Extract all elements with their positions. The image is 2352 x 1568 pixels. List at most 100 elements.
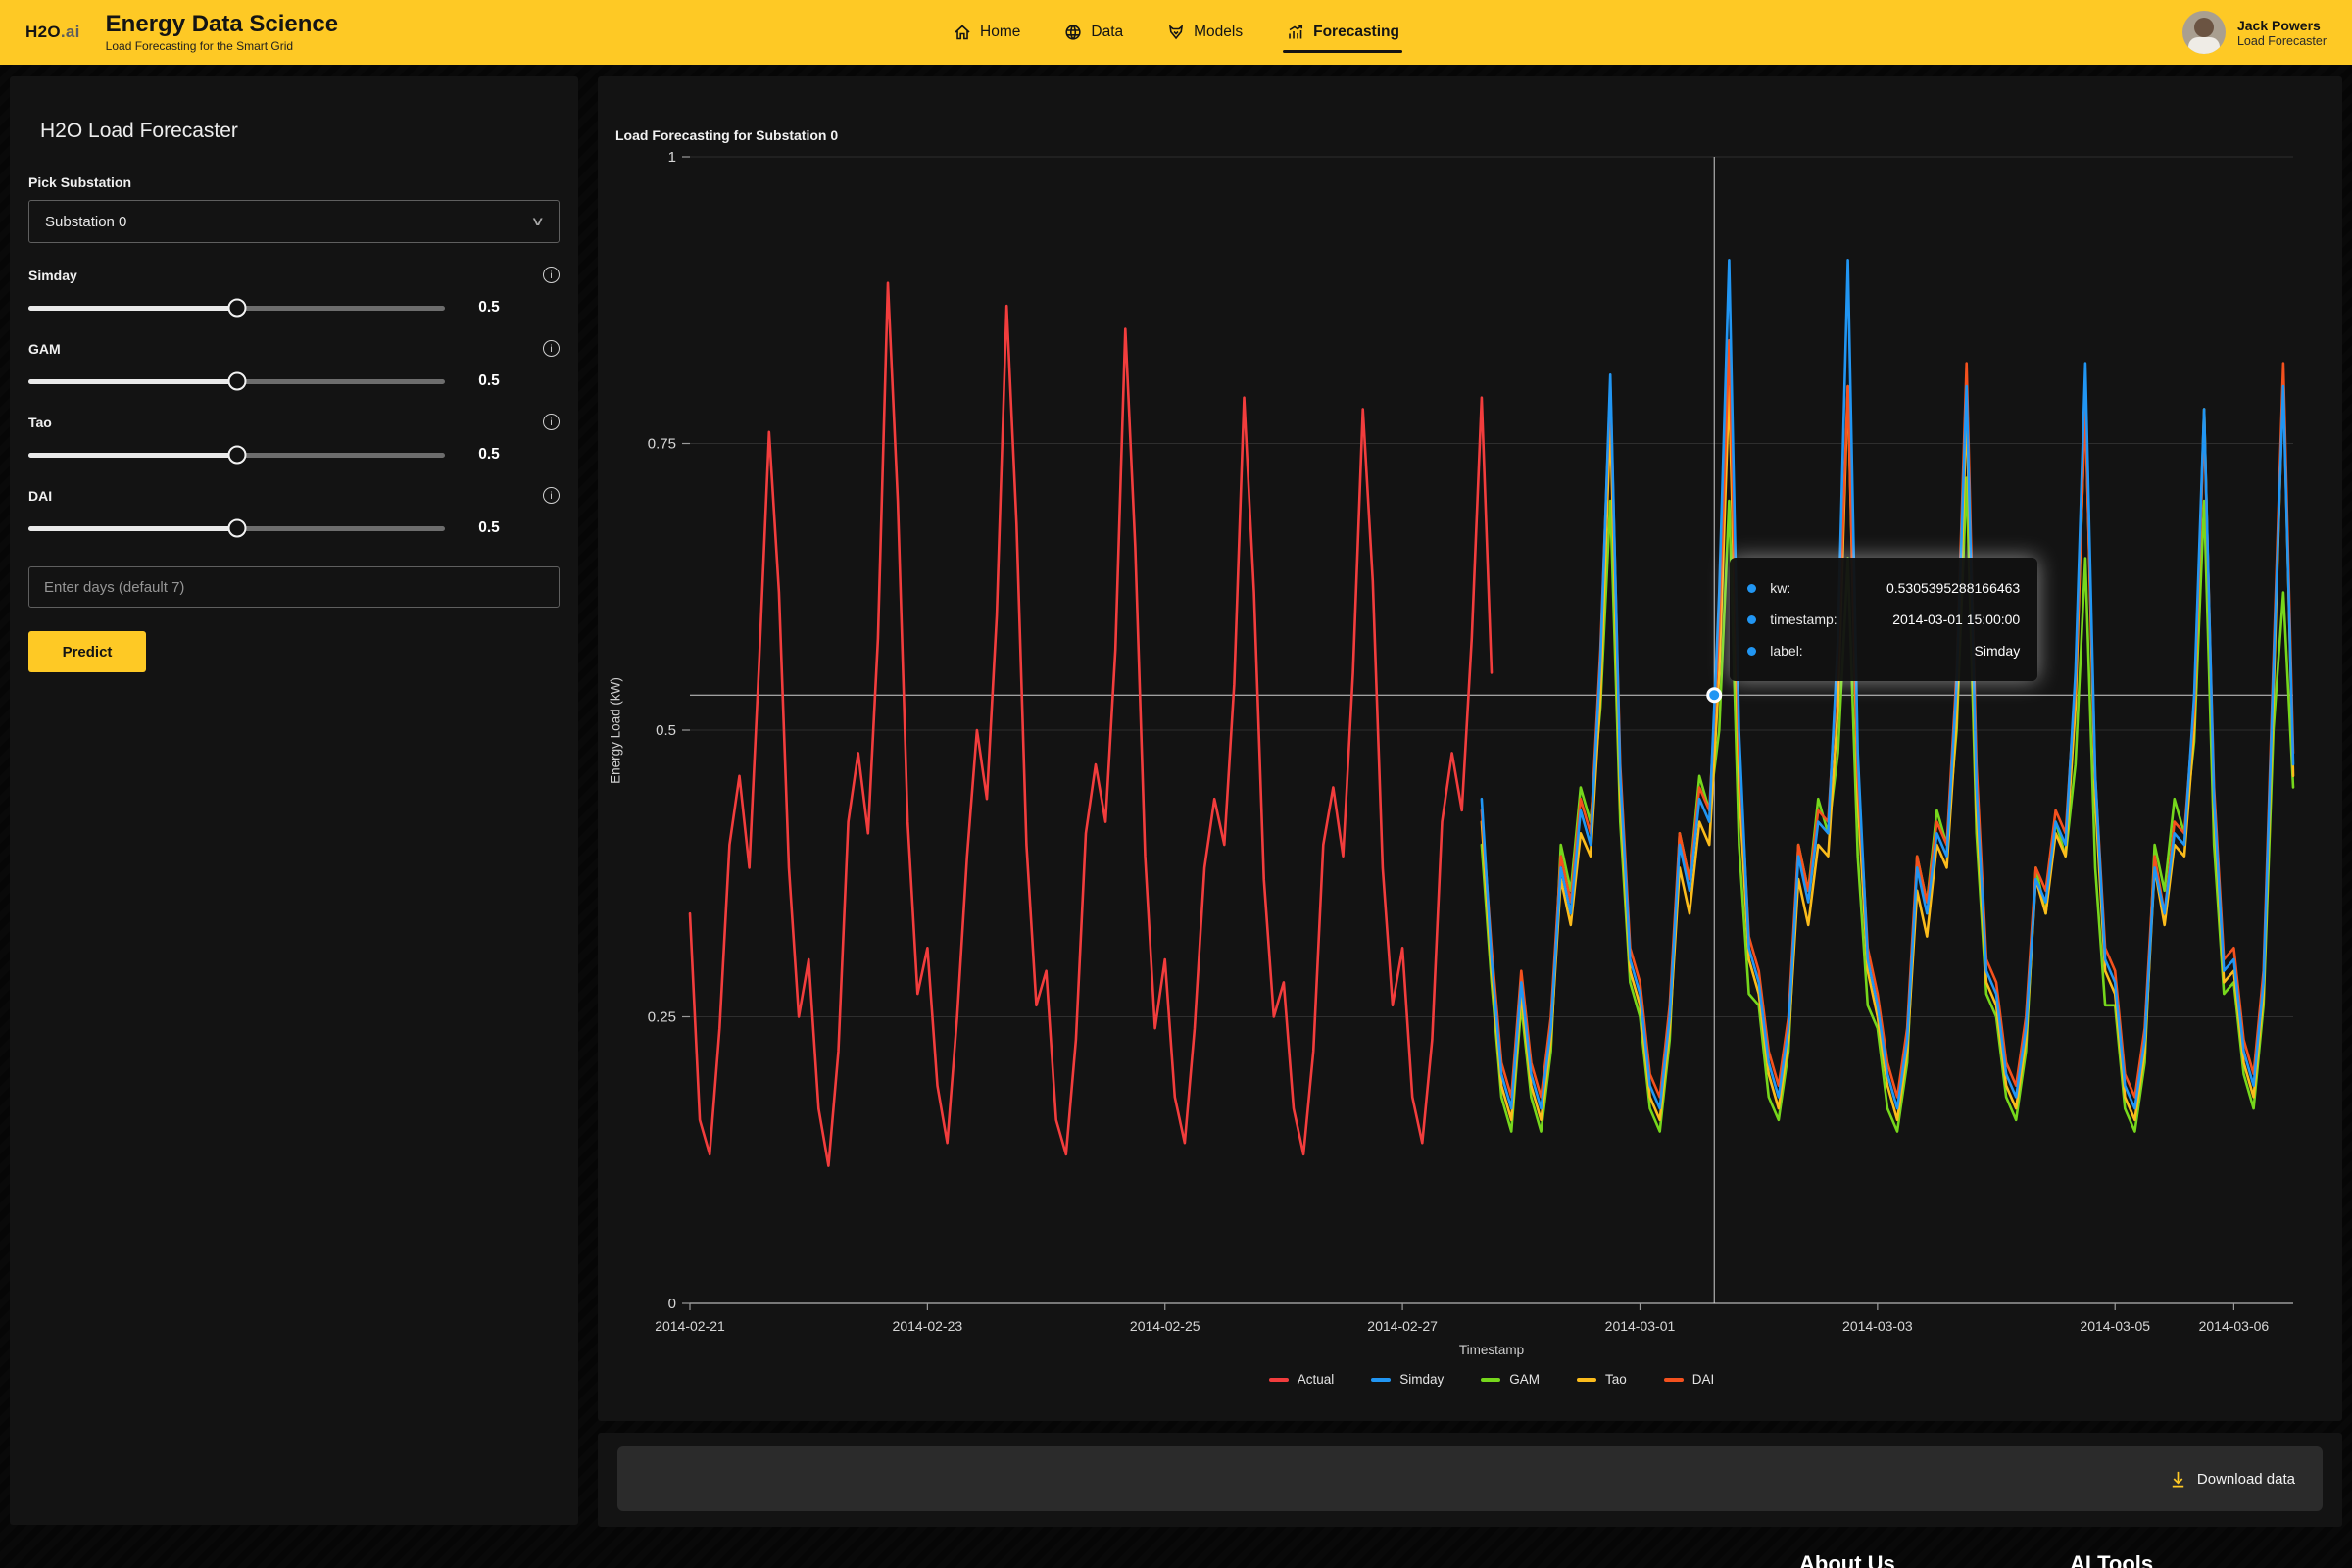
nav-item-forecasting[interactable]: Forecasting: [1286, 0, 1399, 65]
tooltip-bullet-icon: [1747, 647, 1756, 656]
slider-group-gam: GAM i 0.5: [28, 340, 560, 390]
legend-swatch: [1269, 1378, 1289, 1382]
slider-thumb[interactable]: [227, 446, 246, 465]
download-data-button[interactable]: Download data: [617, 1446, 2323, 1511]
series-line-simday: [1482, 260, 2293, 1108]
legend-item-dai[interactable]: DAI: [1664, 1372, 1715, 1387]
substation-select[interactable]: Substation 0 ∨: [28, 200, 560, 243]
slider-value: 0.5: [445, 372, 533, 390]
slider-label: Simday: [28, 268, 77, 283]
main-nav: Home Data Models Forecasting: [953, 0, 1399, 65]
nav-item-models[interactable]: Models: [1166, 0, 1243, 65]
x-tick-label: 2014-02-23: [893, 1318, 963, 1334]
pick-substation-label: Pick Substation: [28, 174, 560, 190]
info-icon[interactable]: i: [543, 487, 560, 504]
series-line-actual: [690, 283, 1492, 1166]
brand: H2O.ai Energy Data Science Load Forecast…: [25, 12, 338, 53]
legend-item-actual[interactable]: Actual: [1269, 1372, 1335, 1387]
hover-tooltip: kw:0.5305395288166463 timestamp:2014-03-0…: [1730, 558, 2037, 681]
tooltip-row: label:Simday: [1747, 635, 2020, 666]
y-tick-label: 0: [668, 1296, 676, 1312]
info-icon[interactable]: i: [543, 340, 560, 357]
tooltip-value: Simday: [1870, 643, 2020, 659]
slider-label: GAM: [28, 341, 61, 357]
series-line-dai: [1482, 340, 2293, 1097]
tooltip-row: kw:0.5305395288166463: [1747, 572, 2020, 604]
user-role: Load Forecaster: [2237, 34, 2327, 48]
predict-button[interactable]: Predict: [28, 631, 146, 672]
user-menu[interactable]: Jack Powers Load Forecaster: [2182, 11, 2327, 54]
chevron-down-icon: ∨: [531, 214, 546, 229]
legend-label: Actual: [1298, 1372, 1335, 1387]
legend-item-tao[interactable]: Tao: [1577, 1372, 1627, 1387]
slider-thumb[interactable]: [227, 299, 246, 318]
forecaster-sidebar: H2O Load Forecaster Pick Substation Subs…: [10, 76, 578, 1525]
x-tick-label: 2014-03-06: [2199, 1318, 2270, 1334]
slider-track-dai[interactable]: [28, 526, 445, 531]
slider-fill: [28, 306, 237, 311]
chart-card: Load Forecasting for Substation 0 00.250…: [598, 76, 2342, 1421]
download-label: Download data: [2197, 1471, 2295, 1488]
x-axis-title: Timestamp: [690, 1343, 2293, 1357]
series-line-tao: [1482, 374, 2293, 1120]
y-axis-title: Energy Load (kW): [609, 437, 623, 1025]
download-icon: [2169, 1470, 2187, 1489]
y-tick-label: 0.5: [656, 722, 676, 739]
legend-item-gam[interactable]: GAM: [1481, 1372, 1540, 1387]
slider-thumb[interactable]: [227, 519, 246, 538]
logo-main: H2O: [25, 23, 61, 41]
nav-item-data[interactable]: Data: [1063, 0, 1123, 65]
chart-legend: Actual Simday GAM Tao DAI: [690, 1372, 2293, 1387]
slider-fill: [28, 526, 237, 531]
slider-value: 0.5: [445, 299, 533, 317]
legend-label: Tao: [1605, 1372, 1627, 1387]
tooltip-label: timestamp:: [1770, 612, 1870, 627]
footer-ai-tools[interactable]: AI Tools: [2070, 1551, 2153, 1568]
x-tick-label: 2014-02-21: [655, 1318, 725, 1334]
x-tick-label: 2014-03-01: [1605, 1318, 1676, 1334]
nav-label: Models: [1194, 24, 1243, 41]
hover-point: [1708, 689, 1721, 702]
nav-item-home[interactable]: Home: [953, 0, 1020, 65]
substation-select-value: Substation 0: [45, 214, 126, 230]
y-tick-label: 0.25: [648, 1009, 676, 1026]
nav-label: Home: [980, 24, 1020, 41]
legend-swatch: [1371, 1378, 1391, 1382]
legend-item-simday[interactable]: Simday: [1371, 1372, 1444, 1387]
legend-swatch: [1664, 1378, 1684, 1382]
legend-label: GAM: [1509, 1372, 1540, 1387]
slider-group-simday: Simday i 0.5: [28, 267, 560, 317]
info-icon[interactable]: i: [543, 267, 560, 283]
slider-group-tao: Tao i 0.5: [28, 414, 560, 464]
legend-label: DAI: [1692, 1372, 1715, 1387]
slider-track-simday[interactable]: [28, 306, 445, 311]
legend-swatch: [1481, 1378, 1500, 1382]
load-forecast-plot: 00.250.50.7512014-02-212014-02-232014-02…: [598, 76, 2342, 1421]
tooltip-value: 2014-03-01 15:00:00: [1870, 612, 2020, 627]
forecasting-chart-icon: [1286, 23, 1305, 42]
app-subtitle: Load Forecasting for the Smart Grid: [106, 39, 338, 53]
avatar[interactable]: [2182, 11, 2226, 54]
slider-label: Tao: [28, 415, 52, 430]
tooltip-bullet-icon: [1747, 584, 1756, 593]
y-tick-label: 0.75: [648, 436, 676, 453]
slider-track-gam[interactable]: [28, 379, 445, 384]
x-tick-label: 2014-03-03: [1842, 1318, 1913, 1334]
slider-value: 0.5: [445, 446, 533, 464]
footer-about-us[interactable]: About Us: [1799, 1551, 1895, 1568]
logo-suffix: .ai: [61, 23, 80, 41]
x-tick-label: 2014-02-25: [1130, 1318, 1200, 1334]
nav-label: Data: [1091, 24, 1123, 41]
slider-track-tao[interactable]: [28, 453, 445, 458]
days-input[interactable]: [28, 566, 560, 608]
sidebar-title: H2O Load Forecaster: [40, 120, 560, 143]
app-title: Energy Data Science: [106, 12, 338, 37]
slider-fill: [28, 453, 237, 458]
slider-thumb[interactable]: [227, 372, 246, 391]
x-tick-label: 2014-03-05: [2080, 1318, 2150, 1334]
x-tick-label: 2014-02-27: [1367, 1318, 1438, 1334]
info-icon[interactable]: i: [543, 414, 560, 430]
legend-label: Simday: [1399, 1372, 1444, 1387]
data-globe-icon: [1063, 23, 1083, 42]
nav-label: Forecasting: [1313, 24, 1399, 41]
